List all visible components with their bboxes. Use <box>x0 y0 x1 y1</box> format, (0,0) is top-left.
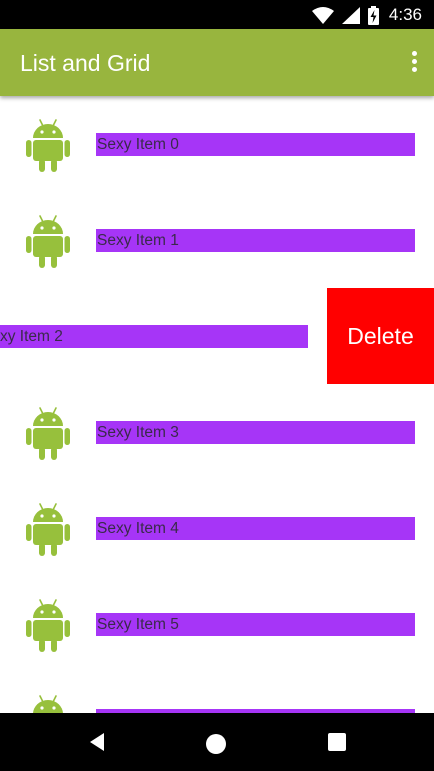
list-item[interactable] <box>0 672 434 713</box>
list-item-label: Sexy Item 0 <box>96 133 415 156</box>
android-robot-icon <box>25 501 71 557</box>
list-item[interactable]: Sexy Item 1 <box>0 192 434 288</box>
navigation-bar <box>0 713 434 771</box>
status-bar: 4:36 <box>0 0 434 29</box>
back-icon[interactable] <box>88 732 106 752</box>
wifi-icon <box>311 6 334 24</box>
android-robot-icon <box>25 693 71 713</box>
app-bar: List and Grid <box>0 29 434 96</box>
android-robot-icon <box>25 117 71 173</box>
list-item[interactable]: Sexy Item 3 <box>0 384 434 480</box>
delete-button[interactable]: Delete <box>327 288 434 384</box>
home-icon[interactable] <box>206 734 226 754</box>
page-title: List and Grid <box>20 50 151 76</box>
android-robot-icon <box>25 213 71 269</box>
list-item-label: Sexy Item 1 <box>96 229 415 252</box>
recents-icon[interactable] <box>328 733 346 751</box>
list-item-label: Sexy Item 4 <box>96 517 415 540</box>
signal-icon <box>341 6 360 24</box>
list-item[interactable]: Sexy Item 2 Delete <box>0 288 434 384</box>
status-icons: 4:36 <box>311 5 422 25</box>
battery-charging-icon <box>367 5 379 25</box>
list-item-label: Sexy Item 2 <box>0 325 308 348</box>
android-robot-icon <box>25 597 71 653</box>
list-item[interactable]: Sexy Item 0 <box>0 96 434 192</box>
more-vert-icon[interactable] <box>408 51 420 75</box>
list-item-label: Sexy Item 3 <box>96 421 415 444</box>
list-item[interactable]: Sexy Item 5 <box>0 576 434 672</box>
item-list[interactable]: Sexy Item 0Sexy Item 1Sexy Item 2DeleteS… <box>0 96 434 713</box>
android-robot-icon <box>25 405 71 461</box>
list-item-label: Sexy Item 5 <box>96 613 415 636</box>
list-item[interactable]: Sexy Item 4 <box>0 480 434 576</box>
status-time: 4:36 <box>388 5 422 24</box>
